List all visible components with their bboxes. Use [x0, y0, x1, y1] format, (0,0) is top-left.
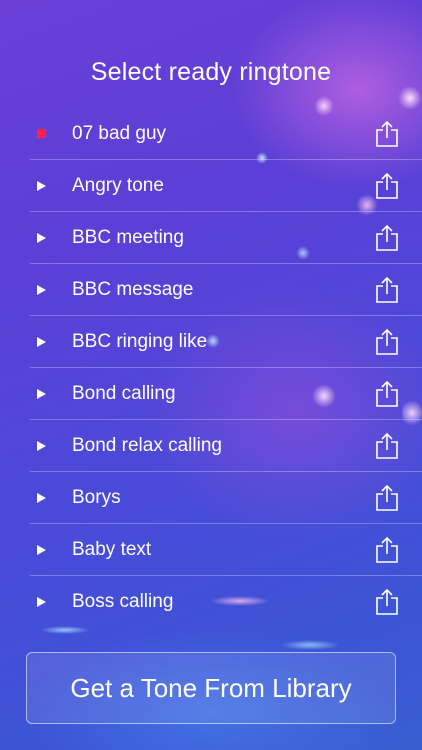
share-icon[interactable]: [374, 536, 400, 564]
play-icon[interactable]: [37, 597, 46, 607]
ringtone-name: Baby text: [72, 539, 152, 560]
play-icon[interactable]: [37, 389, 46, 399]
share-icon[interactable]: [374, 588, 400, 616]
ringtone-name: BBC message: [72, 279, 194, 300]
ringtone-row[interactable]: Baby text: [30, 524, 422, 576]
ringtone-name: Bond relax calling: [72, 435, 222, 456]
ringtone-row[interactable]: 07 bad guy: [30, 108, 422, 160]
ringtone-row[interactable]: Borys: [30, 472, 422, 524]
play-icon[interactable]: [37, 441, 46, 451]
ringtone-name: BBC meeting: [72, 227, 184, 248]
ringtone-row[interactable]: Bond relax calling: [30, 420, 422, 472]
play-icon[interactable]: [37, 545, 46, 555]
ringtone-name: BBC ringing like: [72, 331, 208, 352]
share-icon[interactable]: [374, 328, 400, 356]
ringtone-name: 07 bad guy: [72, 123, 167, 144]
bokeh-light: [280, 640, 340, 650]
ringtone-name: Angry tone: [72, 175, 164, 196]
play-icon[interactable]: [37, 285, 46, 295]
ringtone-name: Bond calling: [72, 383, 176, 404]
get-tone-from-library-button[interactable]: Get a Tone From Library: [26, 652, 396, 724]
ringtone-name: Boss calling: [72, 591, 174, 612]
play-icon[interactable]: [37, 233, 46, 243]
ringtone-row[interactable]: BBC message: [30, 264, 422, 316]
share-icon[interactable]: [374, 432, 400, 460]
ringtone-name: Borys: [72, 487, 121, 508]
share-icon[interactable]: [374, 484, 400, 512]
share-icon[interactable]: [374, 224, 400, 252]
play-icon[interactable]: [37, 337, 46, 347]
ringtone-row[interactable]: Angry tone: [30, 160, 422, 212]
play-icon[interactable]: [37, 181, 46, 191]
bokeh-light: [398, 86, 422, 110]
stop-icon[interactable]: [37, 129, 46, 138]
ringtone-row[interactable]: Bond calling: [30, 368, 422, 420]
play-icon[interactable]: [37, 493, 46, 503]
ringtone-row[interactable]: BBC meeting: [30, 212, 422, 264]
share-icon[interactable]: [374, 276, 400, 304]
share-icon[interactable]: [374, 120, 400, 148]
ringtone-list: 07 bad guy Angry tone BBC meeting BBC me…: [0, 108, 422, 628]
share-icon[interactable]: [374, 380, 400, 408]
page-title: Select ready ringtone: [90, 58, 332, 86]
ringtone-row[interactable]: Boss calling: [30, 576, 422, 628]
ringtone-row[interactable]: BBC ringing like: [30, 316, 422, 368]
share-icon[interactable]: [374, 172, 400, 200]
